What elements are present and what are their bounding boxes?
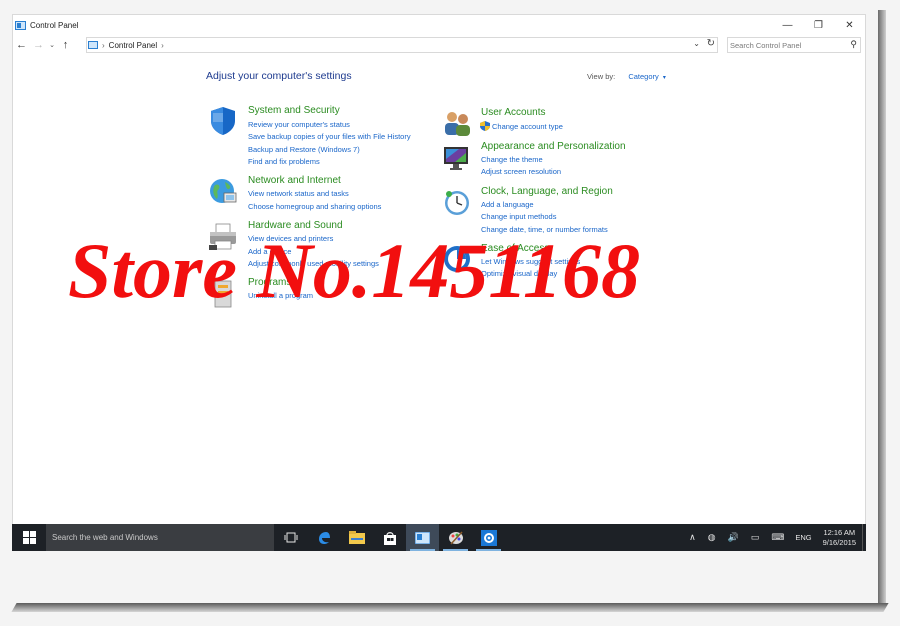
category-title-network-internet[interactable]: Network and Internet	[248, 175, 341, 186]
paint-icon	[448, 531, 463, 545]
window-controls: — ❐ ✕	[772, 15, 865, 35]
link-review-status[interactable]: Review your computer's status	[248, 120, 350, 129]
taskbar-file-explorer[interactable]	[340, 524, 373, 551]
taskbar-settings[interactable]	[472, 524, 505, 551]
notifications-icon[interactable]: ▭	[751, 532, 760, 543]
language-indicator[interactable]: ENG	[795, 533, 811, 542]
clock-date: 9/16/2015	[822, 537, 856, 547]
store-watermark: Store No.1451168	[68, 227, 641, 314]
taskbar-search-box[interactable]: Search the web and Windows	[46, 524, 274, 551]
uac-shield-icon	[480, 121, 490, 131]
taskbar-store[interactable]	[373, 524, 406, 551]
category-title-clock-language[interactable]: Clock, Language, and Region	[481, 186, 613, 197]
show-hidden-icons-icon[interactable]: ∧	[689, 532, 696, 543]
address-bar: ← → ⌄ ↑ › Control Panel › ⌄ ↻ ⚲	[13, 35, 865, 55]
taskbar-control-panel[interactable]	[406, 524, 439, 551]
category-title-system-security[interactable]: System and Security	[248, 105, 340, 116]
link-change-theme[interactable]: Change the theme	[481, 155, 543, 164]
system-tray: ∧ ◍ 🔊 ▭ ⌨ ENG 12:16 AM 9/16/2015	[683, 524, 866, 551]
category-title-user-accounts[interactable]: User Accounts	[481, 107, 545, 118]
link-add-language[interactable]: Add a language	[481, 200, 534, 209]
search-icon[interactable]: ⚲	[850, 39, 857, 50]
minimize-button[interactable]: —	[772, 15, 803, 35]
taskbar-edge[interactable]	[307, 524, 340, 551]
clock[interactable]: 12:16 AM 9/16/2015	[823, 528, 856, 548]
active-indicator	[410, 549, 435, 551]
breadcrumb-separator[interactable]: ›	[161, 41, 164, 50]
taskbar-paint[interactable]	[439, 524, 472, 551]
view-by: View by: Category ▾	[587, 72, 666, 81]
keyboard-icon[interactable]: ⌨	[771, 532, 784, 543]
edge-icon	[318, 531, 330, 544]
control-panel-icon	[88, 41, 98, 49]
link-file-history[interactable]: Save backup copies of your files with Fi…	[248, 132, 411, 141]
address-dropdown-icon[interactable]: ⌄	[693, 39, 700, 48]
category-network-internet: Network and Internet View network status…	[207, 175, 437, 215]
window-title: Control Panel	[30, 20, 79, 30]
folder-icon	[348, 531, 365, 544]
globe-icon[interactable]	[207, 175, 239, 207]
chevron-down-icon[interactable]: ▾	[663, 75, 666, 81]
link-change-account-type[interactable]: Change account type	[492, 122, 563, 131]
task-view-button[interactable]	[274, 524, 307, 551]
link-network-status[interactable]: View network status and tasks	[248, 189, 349, 198]
frame-shadow-right	[878, 10, 886, 606]
clock-icon[interactable]	[441, 186, 473, 218]
frame-shadow-bottom	[11, 603, 889, 612]
view-by-dropdown[interactable]: Category	[628, 72, 658, 81]
view-by-label: View by:	[587, 72, 616, 81]
network-icon[interactable]: ◍	[708, 532, 716, 543]
up-button[interactable]: ↑	[57, 36, 74, 54]
link-homegroup[interactable]: Choose homegroup and sharing options	[248, 202, 381, 211]
category-system-security: System and Security Review your computer…	[207, 105, 437, 169]
refresh-icon[interactable]: ↻	[707, 38, 715, 49]
link-backup-restore[interactable]: Backup and Restore (Windows 7)	[248, 145, 360, 154]
category-title-appearance[interactable]: Appearance and Personalization	[481, 141, 626, 152]
title-bar: Control Panel — ❐ ✕	[13, 15, 865, 35]
task-view-icon	[284, 532, 297, 543]
control-panel-icon	[15, 20, 26, 30]
clock-time: 12:16 AM	[823, 527, 856, 537]
back-button[interactable]: ←	[13, 36, 30, 54]
shield-icon[interactable]	[207, 105, 239, 137]
search-box[interactable]: ⚲	[727, 37, 861, 53]
store-icon	[383, 531, 396, 545]
running-indicator	[443, 549, 468, 551]
close-button[interactable]: ✕	[834, 15, 865, 35]
restore-button[interactable]: ❐	[803, 15, 834, 35]
link-screen-resolution[interactable]: Adjust screen resolution	[481, 167, 561, 176]
taskbar: Search the web and Windows ∧ ◍ 🔊 ▭ ⌨ ENG…	[12, 524, 866, 551]
breadcrumb-separator[interactable]: ›	[102, 41, 105, 50]
page-title: Adjust your computer's settings	[206, 70, 352, 82]
windows-logo-icon	[22, 531, 36, 544]
recent-locations-button[interactable]: ⌄	[47, 36, 57, 54]
link-find-fix[interactable]: Find and fix problems	[248, 157, 320, 166]
users-icon[interactable]	[441, 107, 473, 139]
volume-icon[interactable]: 🔊	[728, 532, 739, 543]
link-input-methods[interactable]: Change input methods	[481, 212, 556, 221]
forward-button[interactable]: →	[30, 36, 47, 54]
breadcrumb-control-panel[interactable]: Control Panel	[109, 41, 157, 50]
running-indicator	[476, 549, 501, 551]
show-desktop-button[interactable]	[862, 524, 866, 551]
category-user-accounts: User Accounts Change account type	[441, 107, 681, 141]
control-panel-icon	[415, 531, 430, 544]
taskbar-search-placeholder[interactable]: Search the web and Windows	[52, 533, 158, 542]
category-appearance: Appearance and Personalization Change th…	[441, 141, 681, 181]
address-field[interactable]: › Control Panel › ⌄ ↻	[86, 37, 718, 53]
gear-icon	[480, 529, 497, 546]
search-input[interactable]	[730, 40, 842, 50]
monitor-icon[interactable]	[441, 141, 473, 173]
start-button[interactable]	[12, 524, 46, 551]
